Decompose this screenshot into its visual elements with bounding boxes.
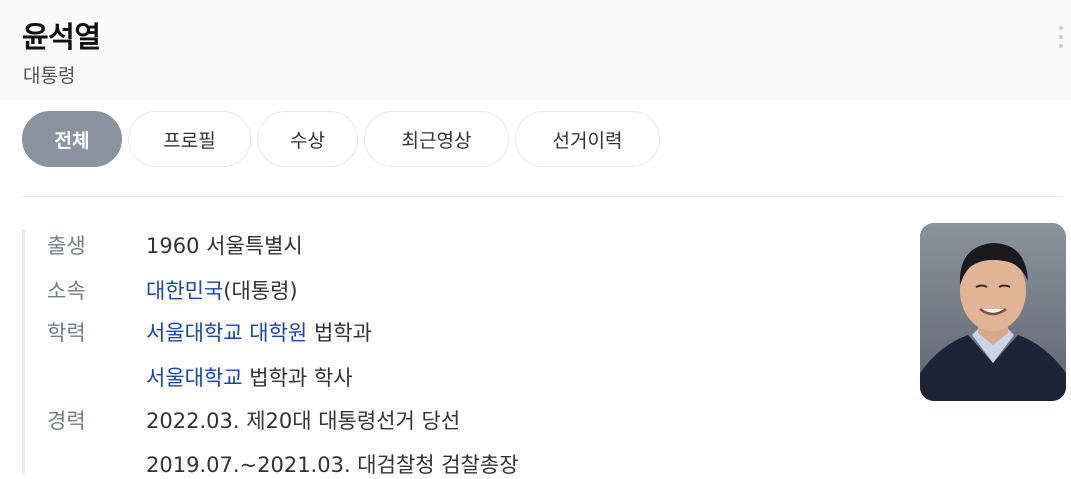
page-title: 윤석열 bbox=[22, 20, 101, 54]
more-vertical-icon[interactable] bbox=[1055, 26, 1067, 48]
label-education: 학력 bbox=[47, 321, 86, 345]
value-affiliation: 대한민국(대통령) bbox=[146, 275, 298, 305]
profile-photo[interactable] bbox=[920, 223, 1066, 401]
education-school-link[interactable]: 서울대학교 bbox=[146, 321, 243, 345]
tab-awards[interactable]: 수상 bbox=[257, 111, 358, 167]
education-graduate-link[interactable]: 대학원 bbox=[249, 321, 307, 345]
label-affiliation: 소속 bbox=[47, 279, 86, 303]
page-subtitle: 대통령 bbox=[23, 65, 76, 87]
career-entry: 2019.07.~2021.03. 대검찰청 검찰총장 bbox=[146, 453, 519, 477]
education-school-link[interactable]: 서울대학교 bbox=[146, 366, 243, 390]
education-degree: 법학과 학사 bbox=[249, 366, 353, 390]
tab-election-history[interactable]: 선거이력 bbox=[515, 111, 660, 167]
education-entry: 서울대학교 대학원 법학과 bbox=[146, 317, 372, 347]
label-birth: 출생 bbox=[47, 234, 86, 258]
value-birth: 1960 서울특별시 bbox=[146, 234, 303, 258]
affiliation-link[interactable]: 대한민국 bbox=[146, 279, 223, 303]
info-left-bar bbox=[22, 229, 25, 474]
career-entry: 2022.03. 제20대 대통령선거 당선 bbox=[146, 409, 461, 433]
affiliation-suffix: (대통령) bbox=[223, 279, 298, 303]
education-entry: 서울대학교 법학과 학사 bbox=[146, 362, 353, 392]
tab-recent-videos[interactable]: 최근영상 bbox=[364, 111, 509, 167]
tab-all[interactable]: 전체 bbox=[22, 111, 122, 167]
label-career: 경력 bbox=[47, 409, 86, 433]
tab-bar: 전체 프로필 수상 최근영상 선거이력 bbox=[22, 111, 660, 169]
profile-header: 윤석열 대통령 bbox=[0, 0, 1071, 100]
tab-profile[interactable]: 프로필 bbox=[128, 111, 251, 167]
education-major: 법학과 bbox=[313, 321, 372, 345]
divider bbox=[22, 196, 1063, 197]
